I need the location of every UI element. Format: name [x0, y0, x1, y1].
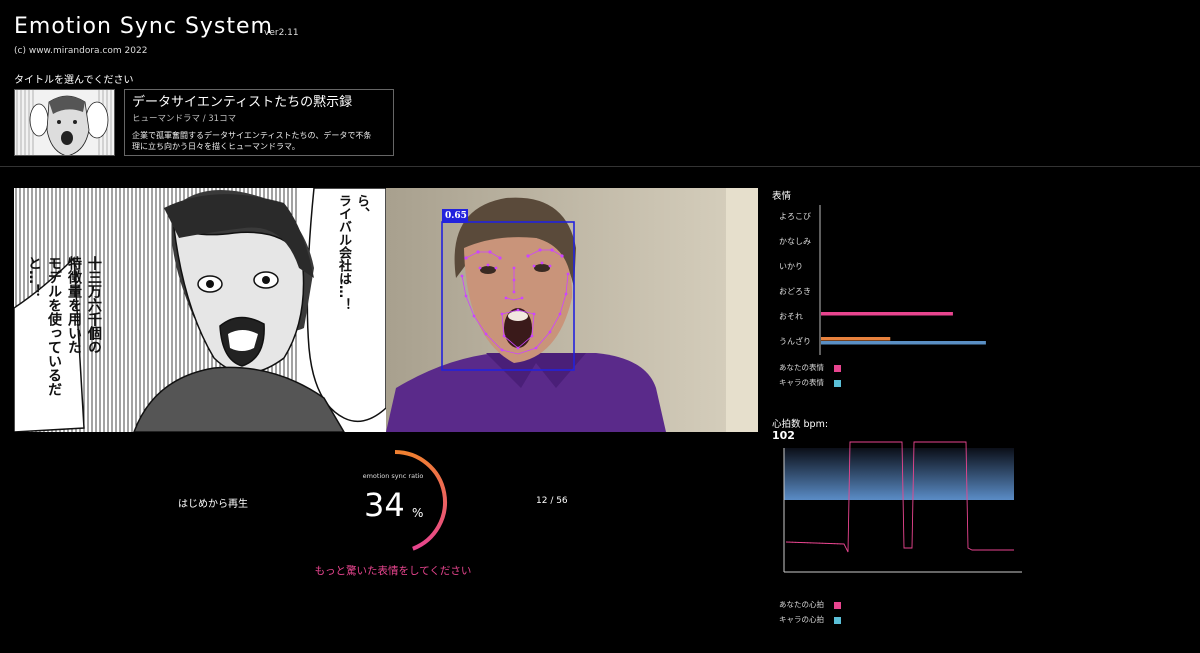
- legend-label: あなたの表情: [779, 363, 824, 372]
- emotion-label: おそれ: [779, 312, 803, 321]
- legend-label: キャラの心拍: [779, 615, 824, 624]
- manga-bubble-line: ライバル会社は…！: [336, 194, 351, 311]
- heart-rate-chart: [783, 441, 1022, 573]
- thumbnail-manga-art: [15, 90, 114, 155]
- legend-swatch-character: [834, 379, 841, 387]
- title-card-title: データサイエンティストたちの黙示録: [132, 95, 353, 110]
- sync-ratio-value: 34: [364, 486, 405, 524]
- emotion-label: うんざり: [779, 337, 811, 346]
- manga-bubble-line: 特徴量を用いた: [66, 256, 82, 354]
- manga-panel: ら、 ライバル会社は…！ 十三万六千個の 特徴量を用いた モデルを使っているだと…: [14, 188, 386, 432]
- emotion-label: いかり: [779, 262, 803, 271]
- copyright: (c) www.mirandora.com 2022: [14, 46, 148, 56]
- emotion-bar-character: [821, 341, 986, 345]
- emotion-legend-you: あなたの表情: [779, 362, 841, 373]
- sync-ratio-label: emotion sync ratio: [362, 472, 424, 480]
- face-score-label: 0.65: [445, 211, 467, 221]
- emotion-bar-chart: [819, 205, 986, 355]
- manga-bubble-line: 十三万六千個の: [86, 256, 102, 354]
- legend-swatch-character: [834, 616, 841, 624]
- heart-legend-you: あなたの心拍: [779, 599, 841, 610]
- legend-label: キャラの表情: [779, 378, 824, 387]
- version-label: ver2.11: [264, 28, 299, 38]
- header-divider: [0, 166, 1200, 167]
- emotion-label: よろこび: [779, 212, 811, 221]
- manga-bubble-top: ら、 ライバル会社は…！: [334, 194, 370, 311]
- title-card-description-line: 企業で孤軍奮闘するデータサイエンティストたちの、データで不条: [132, 131, 372, 140]
- legend-swatch-you: [834, 364, 841, 372]
- manga-bubble-line: モデルを使っているだと…！: [26, 256, 62, 396]
- expression-hint: もっと驚いた表情をしてください: [314, 565, 472, 577]
- heart-rate-band: [784, 448, 1014, 500]
- title-card-description-line: 理に立ち向かう日々を描くヒューマンドラマ。: [132, 142, 300, 151]
- legend-label: あなたの心拍: [779, 600, 824, 609]
- page-counter: 12 / 56: [536, 496, 568, 506]
- legend-swatch-you: [834, 601, 841, 609]
- heart-rate-title: 心拍数 bpm:: [772, 419, 829, 430]
- emotion-bar-you: [821, 337, 891, 341]
- sync-ratio-unit: %: [412, 506, 424, 520]
- title-card-description: 企業で孤軍奮闘するデータサイエンティストたちの、データで不条 理に立ち向かう日々…: [132, 130, 386, 152]
- emotion-chart-title: 表情: [772, 191, 792, 202]
- restart-button[interactable]: はじめから再生: [178, 495, 248, 510]
- camera-feed: 0.65: [386, 188, 758, 432]
- manga-bubble-line: ら、: [354, 194, 369, 220]
- title-select-label: タイトルを選んでください: [14, 75, 134, 86]
- emotion-legend-character: キャラの表情: [779, 377, 841, 388]
- emotion-bar-you: [821, 312, 953, 316]
- title-card-genre: ヒューマンドラマ / 31コマ: [132, 114, 237, 124]
- title-thumbnail[interactable]: [14, 89, 115, 156]
- app-title: Emotion Sync System: [14, 14, 273, 39]
- camera-image: [386, 188, 758, 432]
- emotion-label: かなしみ: [779, 237, 811, 246]
- emotion-label: おどろき: [779, 287, 811, 296]
- manga-bubble-main: 十三万六千個の 特徴量を用いた モデルを使っているだと…！: [24, 256, 104, 432]
- heart-legend-character: キャラの心拍: [779, 614, 841, 625]
- title-card[interactable]: データサイエンティストたちの黙示録 ヒューマンドラマ / 31コマ 企業で孤軍奮…: [124, 89, 394, 156]
